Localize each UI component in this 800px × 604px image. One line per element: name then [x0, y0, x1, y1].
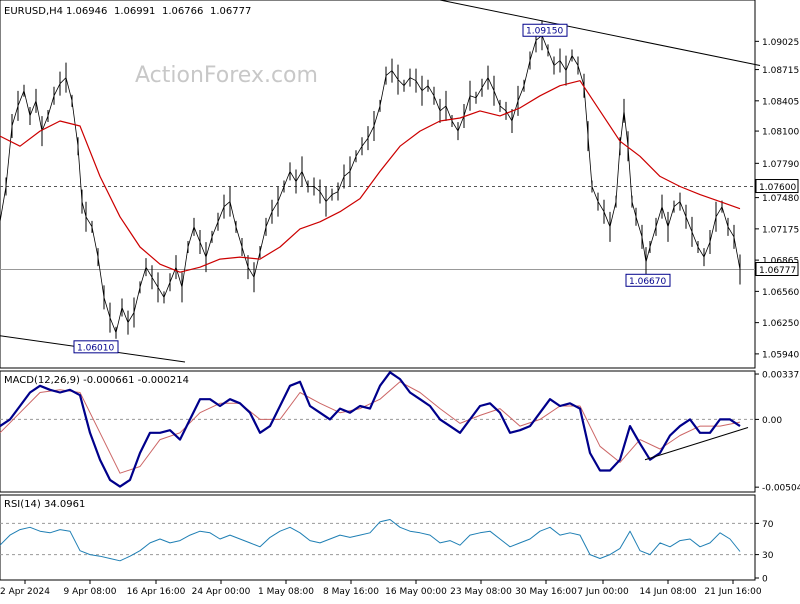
price-tick-label-6: 1.07175	[762, 225, 799, 235]
rsi-tick-label-0: 70	[762, 520, 774, 530]
x-tick-label-6: 16 May 00:00	[385, 587, 447, 597]
price-annotation-1: 1.06670	[629, 277, 666, 287]
rsi-panel-title: RSI(14) 34.0961	[4, 499, 85, 510]
x-tick-label-3: 24 Apr 00:00	[192, 587, 251, 597]
ohlc-close: 1.06777	[210, 6, 251, 17]
price-annotation-2: 1.06010	[77, 343, 114, 353]
x-tick-label-5: 8 May 16:00	[323, 587, 379, 597]
ohlc-high: 1.06991	[114, 6, 155, 17]
macd-tick-label-0: 0.003375	[762, 371, 800, 381]
x-tick-label-1: 9 Apr 08:00	[64, 587, 117, 597]
price-tick-label-2: 1.08405	[762, 97, 799, 107]
price-annotation-0: 1.09150	[526, 27, 563, 37]
ohlc-open: 1.06946	[66, 6, 107, 17]
macd-panel-title: MACD(12,26,9) -0.000661 -0.000214	[4, 375, 189, 386]
x-tick-label-11: 21 Jun 16:00	[704, 587, 761, 597]
rsi-tick-label-2: 0	[762, 575, 768, 585]
macd-tick-label-1: 0.00	[762, 416, 782, 426]
price-tick-label-0: 1.09025	[762, 38, 799, 48]
x-tick-label-0: 2 Apr 2024	[0, 587, 50, 597]
price-tick-label-8: 1.06560	[762, 288, 799, 298]
price-tick-label-1: 1.08715	[762, 66, 799, 76]
price-panel-title: EURUSD,H4	[4, 6, 63, 17]
ohlc-low: 1.06766	[162, 6, 203, 17]
price-tick-label-3: 1.08100	[762, 128, 799, 138]
price-box-label-0: 1.07600	[759, 183, 796, 193]
x-tick-label-9: 7 Jun 00:00	[577, 587, 629, 597]
chart-root: EURUSD,H4 1.06946 1.06991 1.06766 1.0677…	[0, 0, 800, 600]
x-tick-label-2: 16 Apr 16:00	[127, 587, 186, 597]
price-box-label-1: 1.06777	[759, 266, 796, 276]
watermark: ActionForex.com	[135, 63, 318, 88]
price-tick-label-5: 1.07480	[762, 194, 799, 204]
x-tick-label-4: 1 May 08:00	[258, 587, 314, 597]
price-tick-label-10: 1.05940	[762, 350, 799, 360]
price-tick-label-9: 1.06250	[762, 319, 799, 329]
price-tick-label-4: 1.07790	[762, 160, 799, 170]
macd-tick-label-2: -0.00504	[762, 484, 800, 494]
x-tick-label-8: 30 May 16:00	[515, 587, 577, 597]
chart-svg: EURUSD,H4 1.06946 1.06991 1.06766 1.0677…	[0, 0, 800, 600]
x-tick-label-10: 14 Jun 08:00	[639, 587, 696, 597]
x-tick-label-7: 23 May 08:00	[450, 587, 512, 597]
rsi-tick-label-1: 30	[762, 551, 774, 561]
